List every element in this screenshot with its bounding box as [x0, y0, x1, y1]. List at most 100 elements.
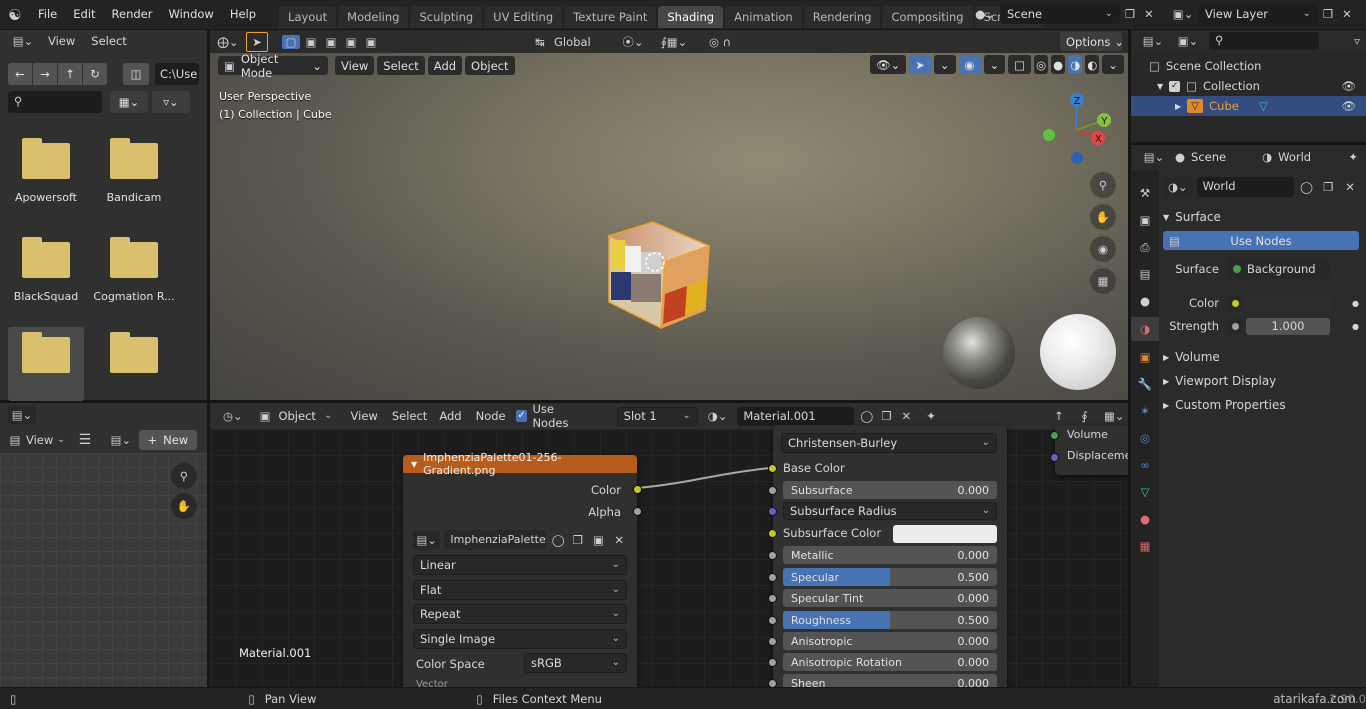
- sheen-socket[interactable]: [768, 679, 777, 687]
- strength-link-button[interactable]: [1227, 318, 1243, 334]
- shading-rendered-icon[interactable]: ◐: [1085, 55, 1100, 74]
- particles-tab-icon[interactable]: ✶: [1140, 400, 1150, 422]
- scene-collection-row[interactable]: □ Scene Collection: [1131, 56, 1366, 76]
- volume-panel-header[interactable]: ▶ Volume: [1163, 346, 1359, 368]
- pivot-icon[interactable]: ⦿⌄: [618, 34, 648, 50]
- constraints-tab-icon[interactable]: ∞: [1140, 454, 1150, 476]
- expand-icon[interactable]: ▶: [1175, 102, 1181, 111]
- hand-pan-icon[interactable]: ✋: [171, 493, 197, 519]
- tab-sculpting[interactable]: Sculpting: [410, 6, 483, 28]
- eye-icon[interactable]: 👁: [1341, 99, 1356, 113]
- tool-tab-icon[interactable]: ⚒: [1140, 182, 1150, 204]
- proportional-edit-icon[interactable]: ◎ ∩: [700, 35, 740, 49]
- overlay-icon[interactable]: ◉: [958, 55, 981, 74]
- anisotropic-socket[interactable]: [768, 637, 777, 646]
- copy-icon[interactable]: ❐: [570, 533, 586, 547]
- close-icon[interactable]: ✕: [611, 533, 627, 547]
- output-tab-icon[interactable]: ⎙: [1140, 236, 1149, 258]
- folder-item[interactable]: Cogmation R...: [93, 232, 175, 304]
- forward-icon[interactable]: →: [33, 63, 57, 85]
- visibility-icon[interactable]: 👁⌄: [870, 55, 907, 74]
- back-icon[interactable]: ←: [8, 63, 32, 85]
- render-tab-icon[interactable]: ▣: [1140, 209, 1151, 231]
- navigation-gizmo[interactable]: Z X Y: [1040, 88, 1116, 168]
- menu-object[interactable]: Object: [465, 56, 515, 75]
- select-extend-icon[interactable]: ▣: [302, 35, 320, 49]
- tab-compositing[interactable]: Compositing: [882, 6, 973, 28]
- filter-icon[interactable]: ▿⌄: [152, 91, 190, 113]
- folder-item[interactable]: BlackSquad: [8, 232, 84, 304]
- extension-dropdown[interactable]: Repeat: [413, 604, 627, 624]
- material-output-node[interactable]: Volume Displaceme: [1050, 425, 1128, 475]
- world-name-field[interactable]: World: [1196, 177, 1294, 197]
- cube-row[interactable]: ▶ ▽ Cube ▽ 👁: [1131, 96, 1366, 116]
- image-canvas[interactable]: [0, 453, 207, 687]
- copy-icon[interactable]: ❐: [1318, 7, 1338, 21]
- copy-icon[interactable]: ❐: [1120, 7, 1140, 21]
- cube-object[interactable]: [605, 216, 715, 331]
- menu-view[interactable]: View: [26, 433, 53, 447]
- specular-field[interactable]: Specular 0.500: [783, 568, 997, 586]
- color-link-button[interactable]: [1227, 295, 1243, 311]
- tab-rendering[interactable]: Rendering: [803, 6, 881, 28]
- select-new-icon[interactable]: ▢: [282, 34, 300, 49]
- roughness-field[interactable]: Roughness 0.500: [783, 611, 997, 629]
- zoom-icon[interactable]: ⚲: [1090, 172, 1116, 198]
- editor-type-icon[interactable]: ▤⌄: [1139, 34, 1167, 48]
- metallic-field[interactable]: Metallic 0.000: [783, 546, 997, 564]
- select-intersect-icon[interactable]: ▣: [362, 35, 380, 49]
- animate-dot-icon[interactable]: ●: [1352, 299, 1359, 308]
- fake-user-icon[interactable]: ◯: [1298, 180, 1316, 194]
- pin-icon[interactable]: ✦: [1348, 150, 1358, 164]
- eye-icon[interactable]: 👁: [1341, 79, 1356, 93]
- world-tab-icon[interactable]: ◑: [1131, 317, 1159, 341]
- shading-dropdown-icon[interactable]: ⌄: [1102, 55, 1124, 74]
- modifier-tab-icon[interactable]: 🔧: [1138, 373, 1152, 395]
- search-input[interactable]: ⚲: [8, 91, 102, 113]
- scene-tab-icon[interactable]: ●: [1140, 290, 1150, 312]
- editor-type-icon[interactable]: ▤⌄: [8, 34, 38, 48]
- tab-layout[interactable]: Layout: [279, 6, 337, 28]
- editor-type-icon[interactable]: ▤⌄: [8, 406, 36, 424]
- scene-selector[interactable]: ●⌄ Scene ❐ ✕: [970, 4, 1158, 24]
- surface-panel-header[interactable]: ▼ Surface: [1163, 206, 1359, 228]
- node-header[interactable]: ▼ ImphenziaPalette01-256-Gradient.png: [403, 451, 637, 477]
- world-browse-icon[interactable]: ◑⌄: [1163, 177, 1193, 197]
- anisotropic-rotation-field[interactable]: Anisotropic Rotation 0.000: [783, 653, 997, 671]
- color-output-socket[interactable]: [633, 485, 642, 494]
- texture-tab-icon[interactable]: ▦: [1140, 535, 1151, 557]
- menu-window[interactable]: Window: [160, 0, 221, 29]
- menu-edit[interactable]: Edit: [65, 0, 103, 29]
- close-icon[interactable]: ✕: [1140, 7, 1158, 21]
- color-swatch[interactable]: [1246, 294, 1330, 312]
- view-layer-tab-icon[interactable]: ▤: [1140, 263, 1151, 285]
- viewport-display-panel-header[interactable]: ▶ Viewport Display: [1163, 370, 1359, 392]
- new-image-button[interactable]: + New: [138, 430, 197, 450]
- image-name-field[interactable]: ImphenziaPalette...: [444, 530, 547, 550]
- displacement-socket[interactable]: [1050, 453, 1059, 462]
- material-tab-icon[interactable]: ●: [1140, 508, 1150, 530]
- specular-tint-socket[interactable]: [768, 594, 777, 603]
- 3d-viewport[interactable]: ⨁⌄ ➤ ▢ ▣ ▣ ▣ ▣ ↹ Global ⦿⌄ ∮▦⌄ ◎ ∩ Optio…: [210, 30, 1128, 400]
- shading-wireframe-icon[interactable]: ◎: [1034, 55, 1049, 74]
- shading-material-icon[interactable]: ◑: [1068, 55, 1083, 74]
- interpolation-dropdown[interactable]: Linear: [413, 555, 627, 575]
- subsurface-method-dropdown[interactable]: Christensen-Burley: [781, 433, 997, 453]
- menu-view[interactable]: View: [335, 56, 375, 75]
- close-icon[interactable]: ✕: [1341, 180, 1359, 194]
- menu-view[interactable]: View: [38, 34, 85, 48]
- roughness-socket[interactable]: [768, 616, 777, 625]
- display-mode-icon[interactable]: ▣⌄: [1173, 34, 1203, 48]
- tab-modeling[interactable]: Modeling: [338, 6, 409, 28]
- select-subtract-icon[interactable]: ▣: [322, 35, 340, 49]
- object-tab-icon[interactable]: ▣: [1140, 346, 1151, 368]
- hamburger-icon[interactable]: ☰: [75, 432, 95, 448]
- new-folder-icon[interactable]: ◫: [123, 63, 149, 85]
- blender-logo-icon[interactable]: ☯: [0, 0, 30, 29]
- shader-node-editor[interactable]: ◷⌄ ▣Object View Select Add Node ✓ Use No…: [210, 403, 1128, 687]
- image-browse-icon[interactable]: ▤⌄: [413, 530, 441, 550]
- close-icon[interactable]: ✕: [1338, 7, 1356, 21]
- subsurface-color-socket[interactable]: [768, 529, 777, 538]
- camera-icon[interactable]: ◉: [1090, 236, 1116, 262]
- menu-add[interactable]: Add: [427, 56, 463, 75]
